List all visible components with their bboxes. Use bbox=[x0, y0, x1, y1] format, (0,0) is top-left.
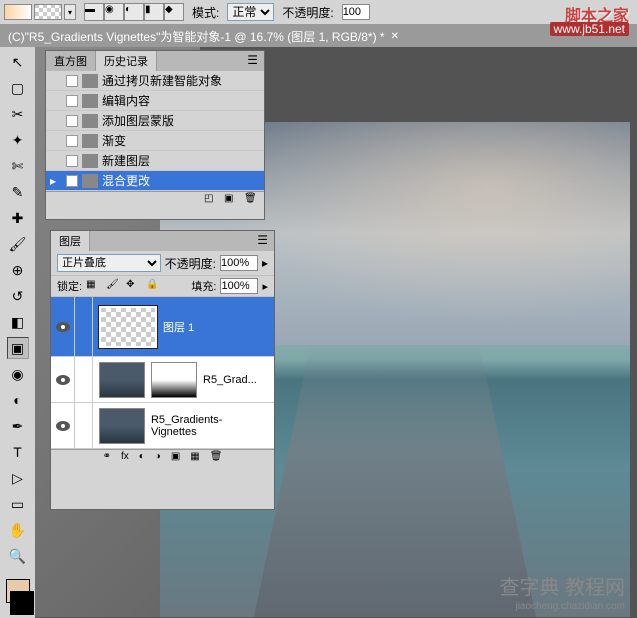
history-item[interactable]: 编辑内容 bbox=[46, 91, 264, 111]
new-snapshot-icon[interactable]: ◰ bbox=[204, 193, 220, 207]
layer-name[interactable]: R5_Gradients-Vignettes bbox=[151, 414, 268, 438]
history-list: 通过拷贝新建智能对象 编辑内容 添加图层蒙版 渐变 新建图层 ▸混合更改 bbox=[46, 71, 264, 191]
radial-gradient-button[interactable]: ◉ bbox=[104, 3, 124, 21]
layer-blend-mode-select[interactable]: 正片叠底 bbox=[57, 254, 161, 272]
history-item[interactable]: 通过拷贝新建智能对象 bbox=[46, 71, 264, 91]
reflected-gradient-button[interactable]: ▮ bbox=[144, 3, 164, 21]
visibility-icon[interactable] bbox=[56, 375, 70, 385]
eraser-tool[interactable]: ◧ bbox=[7, 311, 29, 333]
pen-tool[interactable]: ✒ bbox=[7, 415, 29, 437]
brush-tool[interactable]: 🖌 bbox=[7, 233, 29, 255]
linear-gradient-button[interactable]: ▬ bbox=[84, 3, 104, 21]
document-title: (C)"R5_Gradients Vignettes"为智能对象-1 @ 16.… bbox=[8, 28, 385, 45]
scrubby-icon[interactable]: ▸ bbox=[262, 280, 268, 293]
lock-label: 锁定: bbox=[57, 278, 82, 294]
shape-tool[interactable]: ▭ bbox=[7, 493, 29, 515]
layer-name[interactable]: R5_Grad... bbox=[203, 374, 257, 386]
lock-pixels-icon[interactable]: 🖌 bbox=[106, 279, 122, 293]
layers-tab[interactable]: 图层 bbox=[51, 231, 90, 251]
angle-gradient-button[interactable]: ◐ bbox=[124, 3, 144, 21]
history-panel: 直方图 历史记录 ☰ 通过拷贝新建智能对象 编辑内容 添加图层蒙版 渐变 新建图… bbox=[45, 50, 265, 220]
gradient-tool[interactable]: ▣ bbox=[7, 337, 29, 359]
visibility-icon[interactable] bbox=[56, 322, 70, 332]
gradient-swatch-alpha[interactable] bbox=[34, 4, 62, 20]
lasso-tool[interactable]: ✂ bbox=[7, 103, 29, 125]
history-brush-tool[interactable]: ↺ bbox=[7, 285, 29, 307]
mode-label: 模式: bbox=[192, 4, 219, 21]
healing-tool[interactable]: ✚ bbox=[7, 207, 29, 229]
histogram-tab[interactable]: 直方图 bbox=[46, 51, 96, 71]
path-tool[interactable]: ▷ bbox=[7, 467, 29, 489]
layer-row[interactable]: 图层 1 bbox=[51, 297, 274, 357]
type-tool[interactable]: T bbox=[7, 441, 29, 463]
panel-menu-icon[interactable]: ☰ bbox=[241, 51, 264, 71]
history-item[interactable]: 渐变 bbox=[46, 131, 264, 151]
lock-transparency-icon[interactable]: ▦ bbox=[86, 279, 102, 293]
layer-mask-thumbnail[interactable] bbox=[151, 362, 197, 398]
eyedropper-tool[interactable]: ✎ bbox=[7, 181, 29, 203]
trash-icon[interactable]: 🗑 bbox=[244, 193, 260, 207]
layer-opacity-input[interactable] bbox=[220, 255, 258, 271]
layers-panel: 图层 ☰ 正片叠底 不透明度: ▸ 锁定: ▦ 🖌 ✥ 🔒 填充: ▸ 图层 1 bbox=[50, 230, 275, 510]
adjustment-layer-icon[interactable]: ◑ bbox=[155, 451, 161, 466]
layer-mask-icon[interactable]: ◐ bbox=[139, 451, 145, 466]
blend-mode-select[interactable]: 正常 bbox=[227, 3, 274, 21]
gradient-preview-group: ▾ bbox=[4, 4, 76, 20]
gradient-type-buttons: ▬ ◉ ◐ ▮ ◆ bbox=[84, 3, 184, 21]
history-item-current[interactable]: ▸混合更改 bbox=[46, 171, 264, 191]
close-tab-icon[interactable]: ✕ bbox=[391, 31, 399, 42]
new-layer-icon[interactable]: ▦ bbox=[190, 451, 199, 466]
layer-row[interactable]: R5_Grad... bbox=[51, 357, 274, 403]
history-tab[interactable]: 历史记录 bbox=[96, 51, 157, 71]
scrubby-icon[interactable]: ▸ bbox=[262, 256, 268, 270]
blur-tool[interactable]: ◉ bbox=[7, 363, 29, 385]
history-item[interactable]: 新建图层 bbox=[46, 151, 264, 171]
background-color[interactable] bbox=[10, 591, 34, 615]
layer-thumbnail[interactable] bbox=[99, 306, 157, 348]
layer-thumbnail[interactable] bbox=[99, 362, 145, 398]
fill-input[interactable] bbox=[220, 278, 258, 294]
tools-panel: ↖ ▢ ✂ ✦ ✄ ✎ ✚ 🖌 ⊕ ↺ ◧ ▣ ◉ ◐ ✒ T ▷ ▭ ✋ 🔍 bbox=[0, 47, 35, 618]
opacity-input[interactable] bbox=[342, 4, 370, 20]
gradient-swatch[interactable] bbox=[4, 4, 32, 20]
crop-tool[interactable]: ✄ bbox=[7, 155, 29, 177]
opacity-label: 不透明度: bbox=[282, 4, 333, 21]
group-icon[interactable]: ▣ bbox=[171, 451, 180, 466]
link-layers-icon[interactable]: ⚭ bbox=[103, 451, 111, 466]
layers-list: 图层 1 R5_Grad... R5_Gradients-Vignettes bbox=[51, 297, 274, 449]
panel-menu-icon[interactable]: ☰ bbox=[251, 231, 274, 251]
wand-tool[interactable]: ✦ bbox=[7, 129, 29, 151]
history-item[interactable]: 添加图层蒙版 bbox=[46, 111, 264, 131]
move-tool[interactable]: ↖ bbox=[7, 51, 29, 73]
history-footer: ◰ ▣ 🗑 bbox=[46, 191, 264, 207]
marquee-tool[interactable]: ▢ bbox=[7, 77, 29, 99]
dodge-tool[interactable]: ◐ bbox=[7, 389, 29, 411]
document-tab[interactable]: (C)"R5_Gradients Vignettes"为智能对象-1 @ 16.… bbox=[0, 25, 637, 47]
new-doc-icon[interactable]: ▣ bbox=[224, 193, 240, 207]
diamond-gradient-button[interactable]: ◆ bbox=[164, 3, 184, 21]
layer-fx-icon[interactable]: fx bbox=[121, 451, 129, 466]
visibility-icon[interactable] bbox=[56, 421, 70, 431]
hand-tool[interactable]: ✋ bbox=[7, 519, 29, 541]
fill-label: 填充: bbox=[191, 278, 216, 294]
lock-position-icon[interactable]: ✥ bbox=[126, 279, 142, 293]
lock-all-icon[interactable]: 🔒 bbox=[146, 279, 162, 293]
options-bar: ▾ ▬ ◉ ◐ ▮ ◆ 模式: 正常 不透明度: bbox=[0, 0, 637, 25]
layer-row[interactable]: R5_Gradients-Vignettes bbox=[51, 403, 274, 449]
gradient-picker-dropdown[interactable]: ▾ bbox=[64, 4, 76, 20]
trash-icon[interactable]: 🗑 bbox=[210, 451, 223, 466]
zoom-tool[interactable]: 🔍 bbox=[7, 545, 29, 567]
layer-thumbnail[interactable] bbox=[99, 408, 145, 444]
stamp-tool[interactable]: ⊕ bbox=[7, 259, 29, 281]
layers-footer: ⚭ fx ◐ ◑ ▣ ▦ 🗑 bbox=[51, 449, 274, 467]
layer-opacity-label: 不透明度: bbox=[165, 255, 216, 272]
layer-name[interactable]: 图层 1 bbox=[163, 319, 194, 335]
